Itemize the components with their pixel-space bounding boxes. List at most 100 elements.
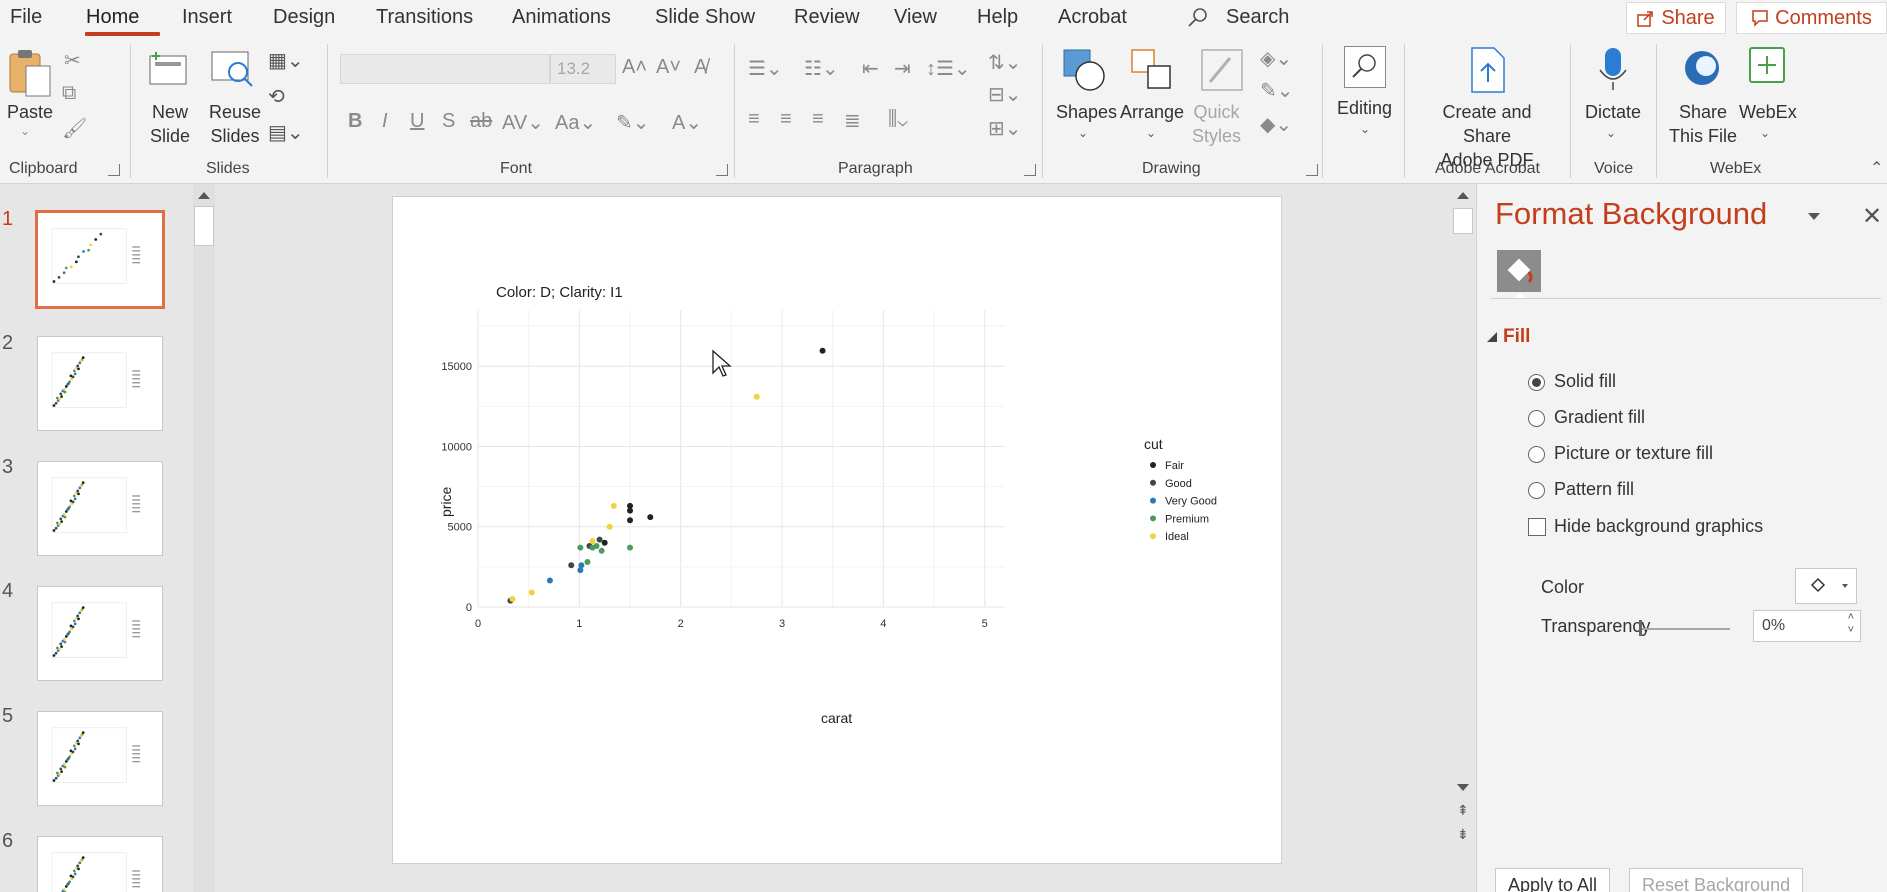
scroll-up-icon[interactable] bbox=[1457, 192, 1469, 199]
comments-button[interactable]: Comments bbox=[1736, 2, 1887, 34]
scrollbar-thumb[interactable] bbox=[194, 206, 214, 246]
new-slide-label[interactable]: New Slide bbox=[150, 100, 190, 148]
adobe-pdf-icon[interactable] bbox=[1466, 46, 1508, 94]
paragraph-launcher-icon[interactable] bbox=[1024, 164, 1036, 176]
chevron-down-icon[interactable]: ⌄ bbox=[20, 124, 30, 138]
columns-icon[interactable]: ⫼⌄ bbox=[888, 108, 908, 131]
align-text-icon[interactable]: ⊟⌄ bbox=[988, 82, 1022, 107]
align-center-icon[interactable]: ≡ bbox=[780, 108, 792, 131]
highlight-icon[interactable]: ✎⌄ bbox=[616, 110, 650, 135]
clipboard-launcher-icon[interactable] bbox=[108, 164, 120, 176]
slide-thumbnail[interactable] bbox=[37, 461, 163, 556]
shape-fill-icon[interactable]: ◈⌄ bbox=[1260, 46, 1292, 71]
search-icon[interactable] bbox=[1186, 6, 1210, 30]
picture-fill-label[interactable]: Picture or texture fill bbox=[1554, 443, 1713, 464]
smartart-icon[interactable]: ⊞⌄ bbox=[988, 116, 1022, 141]
change-case-icon[interactable]: Aa⌄ bbox=[555, 110, 596, 135]
collapse-ribbon-icon[interactable]: ⌃ bbox=[1870, 158, 1883, 178]
chevron-down-icon[interactable]: ⌄ bbox=[1360, 122, 1370, 136]
menu-home[interactable]: Home bbox=[86, 6, 139, 29]
section-icon[interactable]: ▤⌄ bbox=[268, 120, 304, 145]
italic-icon[interactable]: I bbox=[382, 110, 388, 133]
menu-review[interactable]: Review bbox=[794, 6, 860, 29]
menu-animations[interactable]: Animations bbox=[512, 6, 611, 29]
menu-insert[interactable]: Insert bbox=[182, 6, 232, 29]
reset-background-button[interactable]: Reset Background bbox=[1629, 868, 1804, 892]
scroll-up-icon[interactable] bbox=[198, 192, 210, 199]
slide-thumbnail[interactable] bbox=[35, 210, 165, 309]
gradient-fill-label[interactable]: Gradient fill bbox=[1554, 407, 1645, 428]
shape-outline-icon[interactable]: ✎⌄ bbox=[1260, 78, 1294, 103]
fill-tab[interactable] bbox=[1497, 250, 1541, 292]
slide-canvas[interactable]: Color: D; Clarity: I1 carat price 0 1 2 3 4 5… bbox=[392, 196, 1282, 864]
text-direction-icon[interactable]: ⇅⌄ bbox=[988, 50, 1022, 75]
solid-fill-radio[interactable] bbox=[1528, 374, 1545, 391]
slide-thumbnail[interactable] bbox=[37, 586, 163, 681]
character-spacing-icon[interactable]: AV⌄ bbox=[502, 110, 544, 135]
align-left-icon[interactable]: ≡ bbox=[748, 108, 760, 131]
shape-effects-icon[interactable]: ◆⌄ bbox=[1260, 112, 1292, 137]
share-file-icon[interactable] bbox=[1682, 48, 1722, 88]
microphone-icon[interactable] bbox=[1596, 46, 1630, 94]
dictate-label[interactable]: Dictate bbox=[1585, 100, 1641, 124]
menu-design[interactable]: Design bbox=[273, 6, 335, 29]
pattern-fill-radio[interactable] bbox=[1528, 482, 1545, 499]
quick-styles-label[interactable]: Quick Styles bbox=[1192, 100, 1241, 148]
scroll-down-icon[interactable] bbox=[1457, 784, 1469, 791]
font-launcher-icon[interactable] bbox=[716, 164, 728, 176]
decrease-font-size-icon[interactable]: A˅ bbox=[656, 56, 681, 79]
share-this-file-label[interactable]: Share This File bbox=[1669, 100, 1737, 148]
slide-scrollbar[interactable]: ⇞ ⇟ bbox=[1450, 184, 1476, 892]
numbering-icon[interactable]: ☷⌄ bbox=[804, 56, 839, 81]
drawing-launcher-icon[interactable] bbox=[1306, 164, 1318, 176]
fill-section-header[interactable]: Fill bbox=[1503, 326, 1530, 348]
menu-help[interactable]: Help bbox=[977, 6, 1018, 29]
webex-label[interactable]: WebEx bbox=[1739, 100, 1797, 124]
apply-to-all-button[interactable]: Apply to All bbox=[1495, 868, 1611, 892]
editing-label[interactable]: Editing bbox=[1337, 96, 1392, 120]
menu-slide-show[interactable]: Slide Show bbox=[655, 6, 755, 29]
underline-icon[interactable]: U bbox=[410, 110, 424, 133]
menu-transitions[interactable]: Transitions bbox=[376, 6, 473, 29]
strikethrough-icon[interactable]: ab bbox=[470, 110, 492, 133]
quick-styles-icon[interactable] bbox=[1200, 48, 1244, 92]
clear-formatting-icon[interactable]: A̸ bbox=[694, 56, 707, 79]
pane-options-icon[interactable] bbox=[1808, 213, 1820, 220]
spinner-up-icon[interactable]: ˄ bbox=[1848, 611, 1854, 623]
increase-font-size-icon[interactable]: A˄ bbox=[622, 56, 647, 79]
menu-view[interactable]: View bbox=[894, 6, 937, 29]
slide-thumbnail[interactable] bbox=[37, 336, 163, 431]
menu-file[interactable]: File bbox=[10, 6, 42, 29]
scrollbar-thumb[interactable] bbox=[1453, 208, 1473, 234]
chevron-down-icon[interactable]: ⌄ bbox=[1760, 126, 1770, 140]
shadow-icon[interactable]: S bbox=[442, 110, 455, 133]
transparency-field[interactable]: 0% ˄ ˅ bbox=[1753, 610, 1861, 642]
editing-button[interactable] bbox=[1344, 46, 1386, 88]
new-slide-icon[interactable] bbox=[146, 48, 190, 88]
thumbnails-scrollbar[interactable] bbox=[193, 184, 215, 892]
cut-icon[interactable]: ✂ bbox=[64, 48, 81, 73]
transparency-slider[interactable] bbox=[1642, 628, 1730, 630]
picture-fill-radio[interactable] bbox=[1528, 446, 1545, 463]
format-painter-icon[interactable]: 🖌 bbox=[62, 116, 87, 141]
slider-thumb[interactable] bbox=[1639, 620, 1642, 636]
paste-label[interactable]: Paste bbox=[7, 100, 53, 124]
collapse-triangle-icon[interactable] bbox=[1487, 332, 1497, 342]
slide-thumbnail[interactable] bbox=[37, 836, 163, 892]
chevron-down-icon[interactable]: ⌄ bbox=[1078, 126, 1088, 140]
search-box[interactable]: Search bbox=[1226, 6, 1289, 29]
font-name-field[interactable] bbox=[340, 54, 550, 84]
layout-icon[interactable]: ▦⌄ bbox=[268, 48, 304, 73]
share-button[interactable]: Share bbox=[1626, 2, 1726, 34]
webex-icon[interactable] bbox=[1748, 46, 1786, 86]
font-size-field[interactable]: 13.2 bbox=[550, 54, 616, 84]
reuse-slides-label[interactable]: Reuse Slides bbox=[209, 100, 261, 148]
justify-icon[interactable]: ≣ bbox=[844, 108, 861, 133]
pattern-fill-label[interactable]: Pattern fill bbox=[1554, 479, 1634, 500]
color-picker-button[interactable] bbox=[1795, 568, 1857, 604]
solid-fill-label[interactable]: Solid fill bbox=[1554, 371, 1616, 392]
increase-indent-icon[interactable]: ⇥ bbox=[894, 56, 911, 81]
hide-background-label[interactable]: Hide background graphics bbox=[1554, 516, 1763, 537]
close-icon[interactable]: ✕ bbox=[1862, 202, 1882, 231]
slide-thumbnail[interactable] bbox=[37, 711, 163, 806]
